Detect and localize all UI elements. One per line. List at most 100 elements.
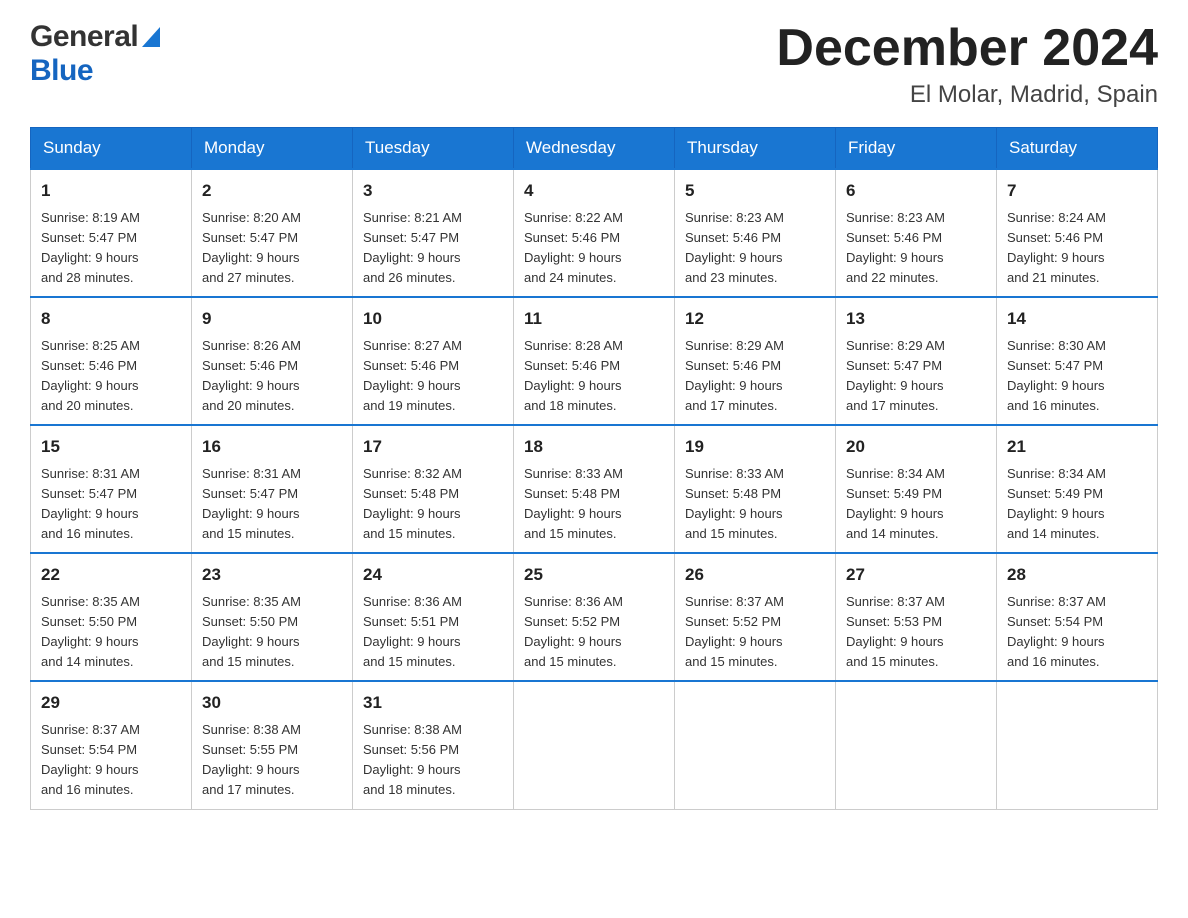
calendar-cell [675,681,836,809]
day-info: Sunrise: 8:30 AMSunset: 5:47 PMDaylight:… [1007,336,1147,417]
calendar-cell: 5 Sunrise: 8:23 AMSunset: 5:46 PMDaylight… [675,169,836,297]
day-info: Sunrise: 8:37 AMSunset: 5:54 PMDaylight:… [1007,592,1147,673]
page-header: General Blue December 2024 El Molar, Mad… [30,20,1158,109]
day-number: 21 [1007,434,1147,460]
day-info: Sunrise: 8:34 AMSunset: 5:49 PMDaylight:… [846,464,986,545]
day-info: Sunrise: 8:35 AMSunset: 5:50 PMDaylight:… [41,592,181,673]
day-number: 23 [202,562,342,588]
calendar-cell: 28 Sunrise: 8:37 AMSunset: 5:54 PMDayligh… [997,553,1158,681]
day-info: Sunrise: 8:19 AMSunset: 5:47 PMDaylight:… [41,208,181,289]
day-number: 24 [363,562,503,588]
day-info: Sunrise: 8:33 AMSunset: 5:48 PMDaylight:… [685,464,825,545]
day-info: Sunrise: 8:31 AMSunset: 5:47 PMDaylight:… [41,464,181,545]
col-thursday: Thursday [675,128,836,170]
calendar-cell: 18 Sunrise: 8:33 AMSunset: 5:48 PMDayligh… [514,425,675,553]
day-info: Sunrise: 8:24 AMSunset: 5:46 PMDaylight:… [1007,208,1147,289]
calendar-cell: 25 Sunrise: 8:36 AMSunset: 5:52 PMDayligh… [514,553,675,681]
week-row-4: 22 Sunrise: 8:35 AMSunset: 5:50 PMDayligh… [31,553,1158,681]
calendar-cell: 12 Sunrise: 8:29 AMSunset: 5:46 PMDayligh… [675,297,836,425]
day-number: 20 [846,434,986,460]
col-sunday: Sunday [31,128,192,170]
calendar-cell: 9Sunrise: 8:26 AMSunset: 5:46 PMDaylight… [192,297,353,425]
day-number: 30 [202,690,342,716]
day-number: 16 [202,434,342,460]
calendar-cell: 2 Sunrise: 8:20 AMSunset: 5:47 PMDaylight… [192,169,353,297]
calendar-cell: 16 Sunrise: 8:31 AMSunset: 5:47 PMDayligh… [192,425,353,553]
day-number: 3 [363,178,503,204]
logo: General Blue [30,20,160,88]
day-info: Sunrise: 8:23 AMSunset: 5:46 PMDaylight:… [846,208,986,289]
logo-triangle-icon [142,27,160,52]
week-row-2: 8Sunrise: 8:25 AMSunset: 5:46 PMDaylight… [31,297,1158,425]
day-info: Sunrise: 8:35 AMSunset: 5:50 PMDaylight:… [202,592,342,673]
calendar-cell: 13 Sunrise: 8:29 AMSunset: 5:47 PMDayligh… [836,297,997,425]
day-number: 10 [363,306,503,332]
title-area: December 2024 El Molar, Madrid, Spain [776,20,1158,109]
day-info: Sunrise: 8:23 AMSunset: 5:46 PMDaylight:… [685,208,825,289]
day-number: 28 [1007,562,1147,588]
day-number: 18 [524,434,664,460]
calendar-table: Sunday Monday Tuesday Wednesday Thursday… [30,127,1158,809]
day-info: Sunrise: 8:38 AMSunset: 5:56 PMDaylight:… [363,720,503,801]
calendar-cell: 30 Sunrise: 8:38 AMSunset: 5:55 PMDayligh… [192,681,353,809]
day-number: 27 [846,562,986,588]
day-info: Sunrise: 8:22 AMSunset: 5:46 PMDaylight:… [524,208,664,289]
day-number: 22 [41,562,181,588]
day-number: 12 [685,306,825,332]
calendar-cell: 29 Sunrise: 8:37 AMSunset: 5:54 PMDayligh… [31,681,192,809]
day-info: Sunrise: 8:20 AMSunset: 5:47 PMDaylight:… [202,208,342,289]
day-info: Sunrise: 8:37 AMSunset: 5:52 PMDaylight:… [685,592,825,673]
month-title: December 2024 [776,20,1158,77]
logo-general-text: General [30,20,138,54]
day-number: 4 [524,178,664,204]
calendar-cell: 8Sunrise: 8:25 AMSunset: 5:46 PMDaylight… [31,297,192,425]
day-info: Sunrise: 8:36 AMSunset: 5:51 PMDaylight:… [363,592,503,673]
day-number: 31 [363,690,503,716]
col-monday: Monday [192,128,353,170]
day-info: Sunrise: 8:29 AMSunset: 5:46 PMDaylight:… [685,336,825,417]
day-number: 7 [1007,178,1147,204]
day-number: 11 [524,306,664,332]
day-number: 29 [41,690,181,716]
day-info: Sunrise: 8:33 AMSunset: 5:48 PMDaylight:… [524,464,664,545]
day-number: 19 [685,434,825,460]
day-number: 13 [846,306,986,332]
calendar-cell: 7 Sunrise: 8:24 AMSunset: 5:46 PMDaylight… [997,169,1158,297]
day-info: Sunrise: 8:37 AMSunset: 5:54 PMDaylight:… [41,720,181,801]
calendar-cell: 22 Sunrise: 8:35 AMSunset: 5:50 PMDayligh… [31,553,192,681]
day-number: 14 [1007,306,1147,332]
calendar-cell: 4 Sunrise: 8:22 AMSunset: 5:46 PMDaylight… [514,169,675,297]
day-number: 1 [41,178,181,204]
day-info: Sunrise: 8:38 AMSunset: 5:55 PMDaylight:… [202,720,342,801]
calendar-cell: 6Sunrise: 8:23 AMSunset: 5:46 PMDaylight… [836,169,997,297]
week-row-5: 29 Sunrise: 8:37 AMSunset: 5:54 PMDayligh… [31,681,1158,809]
calendar-cell: 20 Sunrise: 8:34 AMSunset: 5:49 PMDayligh… [836,425,997,553]
day-info: Sunrise: 8:28 AMSunset: 5:46 PMDaylight:… [524,336,664,417]
day-number: 17 [363,434,503,460]
calendar-cell: 15Sunrise: 8:31 AMSunset: 5:47 PMDayligh… [31,425,192,553]
calendar-cell: 3 Sunrise: 8:21 AMSunset: 5:47 PMDaylight… [353,169,514,297]
day-number: 2 [202,178,342,204]
day-info: Sunrise: 8:21 AMSunset: 5:47 PMDaylight:… [363,208,503,289]
day-number: 5 [685,178,825,204]
calendar-cell: 11 Sunrise: 8:28 AMSunset: 5:46 PMDayligh… [514,297,675,425]
calendar-cell: 31 Sunrise: 8:38 AMSunset: 5:56 PMDayligh… [353,681,514,809]
day-info: Sunrise: 8:34 AMSunset: 5:49 PMDaylight:… [1007,464,1147,545]
calendar-cell: 10 Sunrise: 8:27 AMSunset: 5:46 PMDayligh… [353,297,514,425]
day-info: Sunrise: 8:27 AMSunset: 5:46 PMDaylight:… [363,336,503,417]
day-info: Sunrise: 8:29 AMSunset: 5:47 PMDaylight:… [846,336,986,417]
day-number: 8 [41,306,181,332]
day-info: Sunrise: 8:37 AMSunset: 5:53 PMDaylight:… [846,592,986,673]
week-row-1: 1 Sunrise: 8:19 AMSunset: 5:47 PMDaylight… [31,169,1158,297]
day-info: Sunrise: 8:26 AMSunset: 5:46 PMDaylight:… [202,336,342,417]
day-info: Sunrise: 8:36 AMSunset: 5:52 PMDaylight:… [524,592,664,673]
calendar-cell: 26 Sunrise: 8:37 AMSunset: 5:52 PMDayligh… [675,553,836,681]
calendar-cell: 23 Sunrise: 8:35 AMSunset: 5:50 PMDayligh… [192,553,353,681]
calendar-cell: 24 Sunrise: 8:36 AMSunset: 5:51 PMDayligh… [353,553,514,681]
header-row: Sunday Monday Tuesday Wednesday Thursday… [31,128,1158,170]
location-title: El Molar, Madrid, Spain [776,81,1158,109]
day-info: Sunrise: 8:31 AMSunset: 5:47 PMDaylight:… [202,464,342,545]
calendar-cell: 19 Sunrise: 8:33 AMSunset: 5:48 PMDayligh… [675,425,836,553]
day-number: 26 [685,562,825,588]
day-number: 25 [524,562,664,588]
